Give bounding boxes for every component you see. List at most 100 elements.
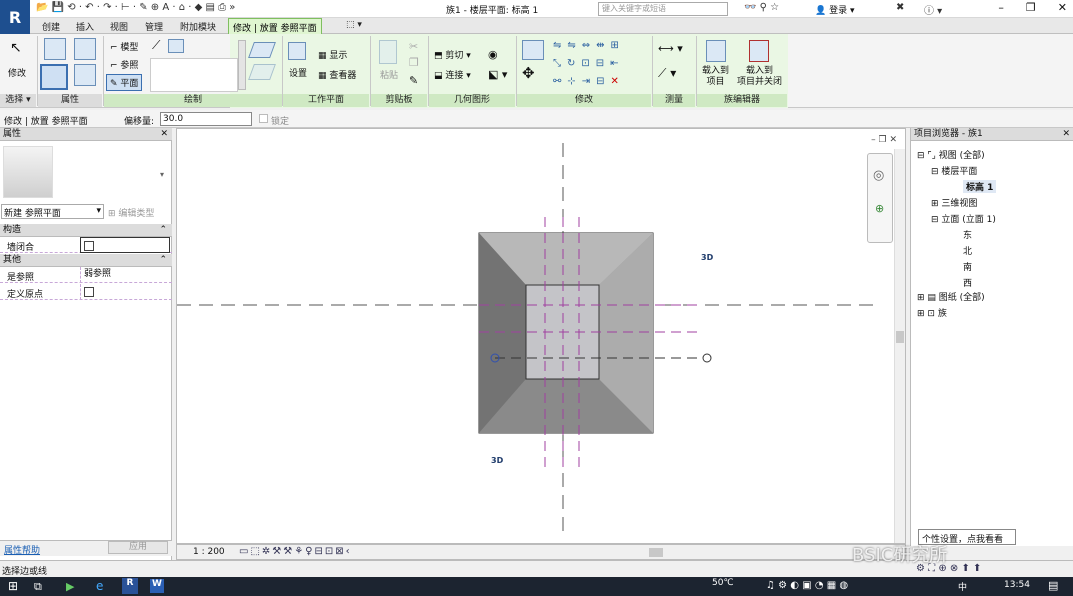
set-workplane-icon[interactable] <box>288 42 306 60</box>
type-selector[interactable]: 新建 参照平面 ▾ <box>1 204 104 219</box>
tab-overflow-icon[interactable]: ⬚ ▾ <box>346 20 362 30</box>
match-type-icon[interactable]: ✎ <box>409 74 418 87</box>
apply-button[interactable]: 应用 <box>108 541 168 554</box>
move-icon[interactable]: ✥ <box>522 64 535 82</box>
load-and-close-icon[interactable] <box>749 40 769 62</box>
load-into-project-button[interactable]: 载入到 项目 <box>702 66 729 88</box>
geometry-extra-icon[interactable]: ◉ <box>488 48 498 61</box>
help-icon[interactable]: ⓘ ▾ <box>924 2 942 17</box>
cut-geometry-button[interactable]: ⬒ 剪切 ▾ <box>434 48 471 61</box>
edge-browser-icon[interactable]: e <box>96 579 103 593</box>
close-icon[interactable]: ✕ <box>1058 1 1067 14</box>
load-into-project-icon[interactable] <box>706 40 726 62</box>
align-icon[interactable] <box>522 40 544 60</box>
properties-icon[interactable] <box>44 38 66 60</box>
paste-icon[interactable] <box>379 40 397 64</box>
tree-item-floor-plans[interactable]: ⊟ 楼层平面 <box>931 164 977 177</box>
word-taskbar-icon[interactable]: W <box>150 579 164 593</box>
login-button[interactable]: 👤 登录 ▾ <box>815 3 855 16</box>
copy-icon[interactable]: ❐ <box>409 56 419 69</box>
lock-checkbox[interactable] <box>259 114 268 123</box>
view-control-icons[interactable]: ▭⬚✲⚒⚒⚘♀⊟⊡⊠‹ <box>239 546 352 557</box>
tab-modify-place-refplane[interactable]: 修改 | 放置 参照平面 <box>228 18 322 34</box>
pick-line-icon[interactable] <box>168 39 184 53</box>
minimize-icon[interactable]: – <box>998 1 1004 14</box>
horizontal-scroll-thumb[interactable] <box>649 548 663 557</box>
quick-access-toolbar[interactable]: 📂 💾 ⟲ · ↶ · ↷ · ⊢ · ✎ ⊕ A · ⌂ · ◆ ▤ ⎙ » <box>36 2 235 13</box>
geometry-extra2-icon[interactable]: ⬕ ▾ <box>488 68 507 81</box>
tree-item-elevations[interactable]: ⊟ 立面 (立面 1) <box>931 212 996 225</box>
navigation-bar[interactable]: ◎ ⊕ <box>867 153 893 243</box>
measure-distance-icon[interactable]: ⟷ ▾ <box>658 42 683 55</box>
revit-taskbar-icon[interactable]: R <box>122 578 138 594</box>
aligned-dimension-icon[interactable]: ⟋ ▾ <box>658 66 676 81</box>
define-origin-checkbox[interactable] <box>84 287 94 297</box>
vertical-scrollbar[interactable] <box>894 149 905 543</box>
tree-item-level-1[interactable]: 标高 1 <box>963 180 997 193</box>
workplane-viewer-button[interactable]: ▦ 查看器 <box>318 68 356 81</box>
wall-closure-checkbox[interactable] <box>84 241 94 251</box>
tree-item-north[interactable]: 北 <box>963 244 972 257</box>
scroll-thumb[interactable] <box>896 331 904 343</box>
chevron-down-icon[interactable]: ▾ <box>160 170 164 179</box>
edit-type-button[interactable]: ⊞ 编辑类型 <box>108 206 154 219</box>
property-group-other[interactable]: 其他 ⌃ <box>0 254 172 267</box>
zoom-icon[interactable]: ⊕ <box>875 202 884 215</box>
cut-icon[interactable]: ✂ <box>409 40 418 53</box>
property-group-construction[interactable]: 构造 ⌃ <box>0 224 172 237</box>
show-workplane-button[interactable]: ▦ 显示 <box>318 48 347 61</box>
properties-help-link[interactable]: 属性帮助 <box>4 543 40 556</box>
tab-manage[interactable]: 管理 <box>145 20 163 33</box>
family-category-icon[interactable] <box>74 64 96 86</box>
task-view-icon[interactable]: ⧉ <box>34 580 42 594</box>
scale-selector[interactable]: 1 : 200 <box>193 547 225 557</box>
type-properties-icon[interactable] <box>74 38 96 60</box>
tree-item-sheets[interactable]: ⊞ ▤ 图纸 (全部) <box>917 290 985 303</box>
property-value[interactable]: 弱参照 <box>80 267 170 283</box>
windows-start-icon[interactable]: ⊞ <box>8 579 18 593</box>
app-menu-button[interactable]: R <box>0 0 30 34</box>
offset-input[interactable]: 30.0 <box>160 112 252 126</box>
tree-item-3d-views[interactable]: ⊞ 三维视图 <box>931 196 977 209</box>
draw-model-line[interactable]: ⌐ 模型 <box>110 40 138 53</box>
close-icon[interactable]: ✕ <box>1062 128 1070 141</box>
draw-ref-plane-button[interactable]: ✎ 平面 <box>106 74 143 91</box>
property-row[interactable]: 是参照 弱参照 <box>0 267 172 283</box>
modify-tools-row1[interactable]: ⇋⇋⇔⇹⊞ <box>553 40 625 51</box>
tree-item-east[interactable]: 东 <box>963 228 972 241</box>
line-tool-icon[interactable]: ⟋ <box>152 38 160 53</box>
exchange-icon[interactable]: ✖ <box>896 2 904 13</box>
property-row[interactable]: 墙闭合 <box>0 237 172 253</box>
ime-indicator[interactable]: 中 <box>958 580 967 593</box>
join-geometry-button[interactable]: ⬓ 连接 ▾ <box>434 68 471 81</box>
tree-item-west[interactable]: 西 <box>963 276 972 289</box>
tree-item-families[interactable]: ⊞ ⊡ 族 <box>917 306 947 319</box>
window-controls[interactable]: – ❐ ✕ <box>998 1 1067 14</box>
property-value[interactable] <box>80 284 170 300</box>
draw-gallery-scrollbar[interactable] <box>238 40 246 90</box>
modify-button[interactable]: 修改 <box>8 66 26 79</box>
infocenter-icons[interactable]: 👓 ⚲ ☆ <box>744 2 779 13</box>
close-icon[interactable]: ✕ <box>160 128 168 141</box>
load-and-close-button[interactable]: 载入到 项目并关闭 <box>737 66 782 88</box>
solid-shape[interactable] <box>478 232 654 434</box>
paste-button[interactable]: 粘贴 <box>380 68 398 81</box>
modify-tools-row2[interactable]: ⤡↻⊡⊟⇤ <box>553 58 625 69</box>
set-workplane-button[interactable]: 设置 <box>289 66 307 79</box>
modify-tools-row3[interactable]: ⚯⊹⇥⊟✕ <box>553 76 625 87</box>
family-types-icon[interactable] <box>40 64 68 90</box>
tab-view[interactable]: 视图 <box>110 20 128 33</box>
modify-arrow-icon[interactable]: ↖ <box>10 40 22 56</box>
tab-insert[interactable]: 插入 <box>76 20 94 33</box>
restore-icon[interactable]: ❐ <box>1026 1 1036 14</box>
drawing-canvas[interactable]: 3D 3D – ❐ ✕ ◎ ⊕ <box>176 128 906 544</box>
property-row[interactable]: 定义原点 <box>0 284 172 300</box>
clock[interactable]: 13:54 <box>1004 580 1030 590</box>
plan-view-drawing[interactable]: 3D 3D <box>177 129 907 545</box>
tray-icons[interactable]: ♫ ⚙ ◐ ▣ ◔ ▦ ◍ <box>766 580 848 591</box>
select-panel-label[interactable]: 选择 ▾ <box>0 94 36 107</box>
draw-ref-line[interactable]: ⌐ 参照 <box>110 58 138 71</box>
property-value[interactable] <box>80 237 170 253</box>
tab-addins[interactable]: 附加模块 <box>180 20 216 33</box>
canvas-window-controls[interactable]: – ❐ ✕ <box>871 135 897 145</box>
